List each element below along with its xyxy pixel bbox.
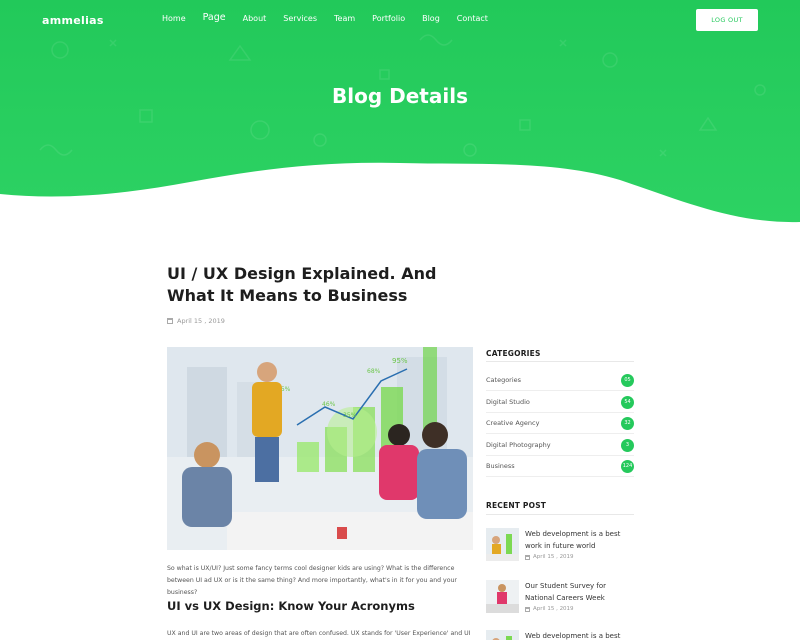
nav-page[interactable]: Page [203,12,226,23]
category-item[interactable]: Creative Agency 32 [486,413,634,434]
post-date-text: April 15 , 2019 [533,606,574,612]
article-image: 95% 68% 46% 35% 45% [167,347,473,550]
category-label: Digital Studio [486,398,530,406]
site-logo[interactable]: ammelias [42,14,104,27]
page-title: Blog Details [332,84,468,108]
article-paragraph: UX and UI are two areas of design that a… [167,630,471,637]
article-intro: So what is UX/UI? Just some fancy terms … [167,565,457,596]
recent-post-divider [486,514,634,515]
recent-post-item[interactable]: Web development is a best work in future… [486,528,634,561]
post-title: Web development is a best work in future… [525,632,621,640]
category-item[interactable]: Categories 05 [486,370,634,391]
nav-blog[interactable]: Blog [422,14,440,23]
article-date: April 15 , 2019 [167,317,225,325]
logout-button[interactable]: LOG OUT [696,9,758,31]
category-label: Digital Photography [486,441,551,449]
category-label: Categories [486,376,522,384]
category-count-badge: 124 [621,459,634,473]
post-title: Web development is a best work in future… [525,530,621,550]
category-item[interactable]: Business 124 [486,456,634,477]
post-thumbnail [486,630,519,640]
category-label: Business [486,462,515,470]
post-title: Our Student Survey for National Careers … [525,582,607,602]
nav-home[interactable]: Home [162,14,186,23]
recent-post-item[interactable]: Our Student Survey for National Careers … [486,580,634,613]
category-count-badge: 32 [621,416,634,430]
category-item[interactable]: Digital Studio 54 [486,392,634,413]
image-label-95: 95% [392,357,408,365]
recent-post-heading: RECENT POST [486,501,547,510]
nav-about[interactable]: About [243,14,267,23]
image-label-46: 46% [322,401,336,408]
article-date-text: April 15 , 2019 [177,317,225,325]
nav-team[interactable]: Team [334,14,355,23]
category-item[interactable]: Digital Photography 3 [486,435,634,456]
category-label: Creative Agency [486,419,540,427]
nav-services[interactable]: Services [283,14,317,23]
calendar-icon [525,606,530,612]
category-count-badge: 54 [621,395,634,409]
post-date-text: April 15 , 2019 [533,554,574,560]
recent-post-item[interactable]: Web development is a best work in future… [486,630,634,640]
categories-heading: CATEGORIES [486,349,541,358]
nav-contact[interactable]: Contact [457,14,488,23]
article-title: UI / UX Design Explained. And What It Me… [167,264,437,305]
calendar-icon [525,554,530,560]
category-count-badge: 3 [621,438,634,452]
post-date: April 15 , 2019 [525,606,634,612]
image-label-35: 35% [343,412,357,419]
article-subheading: UI vs UX Design: Know Your Acronyms [167,599,415,613]
hero-background [0,0,800,223]
post-thumbnail [486,528,519,561]
nav-portfolio[interactable]: Portfolio [372,14,405,23]
main-nav: Home Page About Services Team Portfolio … [162,12,505,23]
hero-banner: ammelias Home Page About Services Team P… [0,0,800,230]
calendar-icon [167,318,173,324]
post-thumbnail [486,580,519,613]
category-count-badge: 05 [621,373,634,387]
image-label-68: 68% [367,368,381,375]
categories-divider [486,361,634,362]
post-date: April 15 , 2019 [525,554,634,560]
